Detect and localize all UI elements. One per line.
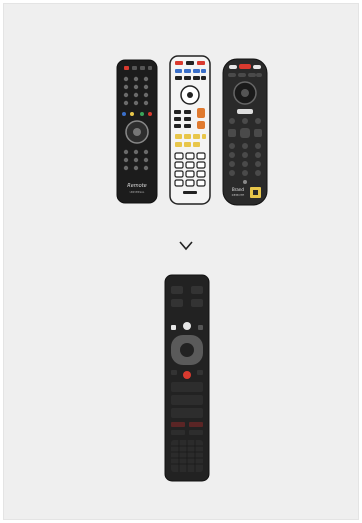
remote-gray-brand: Brand REMOTE: [222, 58, 268, 206]
remote-sub-label: REMOTE: [232, 193, 245, 197]
remote-brand-label: Brand: [232, 187, 244, 192]
remote-modern-minimal: [164, 274, 210, 482]
remote-brand-label: Remote: [127, 183, 147, 189]
remote-white-universal: [169, 55, 211, 205]
chevron-down-icon: [179, 241, 193, 251]
remote-black-universal: Remote UNIVERSAL: [116, 59, 158, 204]
remote-sub-label: UNIVERSAL: [130, 190, 145, 194]
image-canvas: Remote UNIVERSAL Brand REMOTE: [3, 3, 359, 520]
